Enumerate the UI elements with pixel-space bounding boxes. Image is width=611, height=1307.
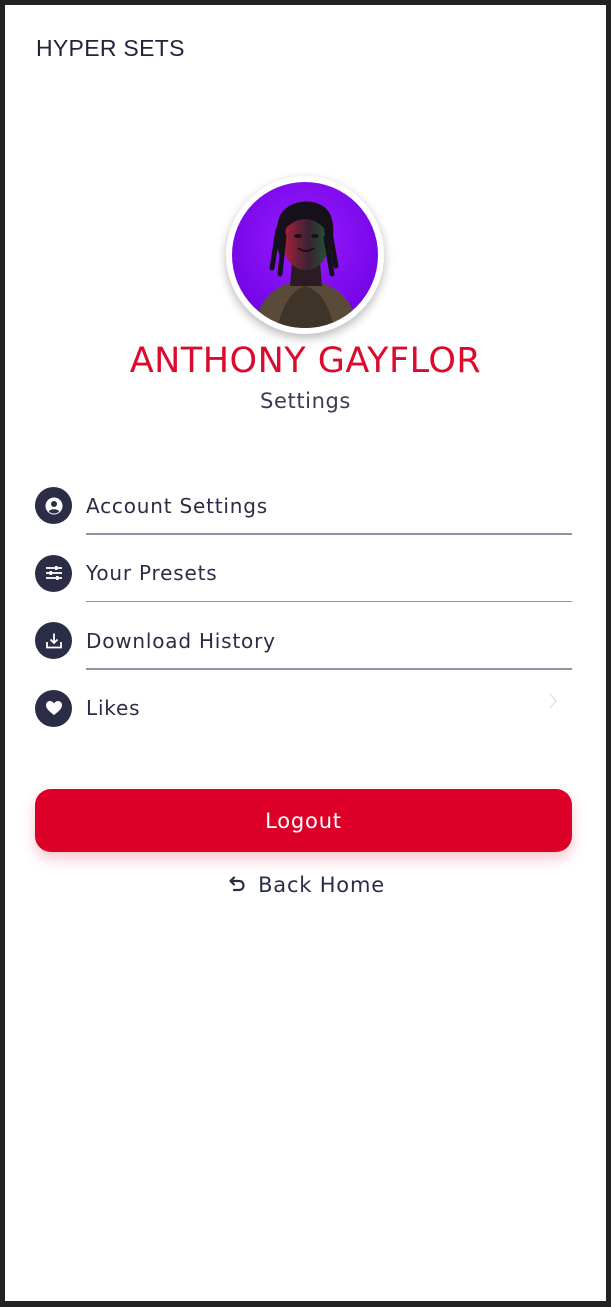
menu-item-download-history[interactable]: Download History	[35, 610, 572, 678]
user-name: ANTHONY GAYFLOR	[129, 341, 482, 381]
menu-divider	[86, 600, 572, 602]
app-title: HYPER SETS	[36, 35, 185, 61]
app-frame: HYPER SETS ANTHONY GAYFLOR Settings Acco…	[5, 5, 606, 1301]
menu-item-your-presets[interactable]: Your Presets	[35, 543, 572, 611]
logout-button[interactable]: Logout	[35, 789, 572, 852]
user-circle-icon	[35, 487, 72, 525]
heart-icon	[35, 689, 72, 727]
chevron-right-icon	[548, 692, 558, 714]
avatar-frame	[226, 176, 384, 334]
menu-divider	[86, 533, 572, 535]
menu-item-label: Your Presets	[86, 561, 218, 586]
undo-arrow-icon	[226, 873, 246, 897]
back-home-label: Back Home	[258, 873, 385, 897]
download-icon	[35, 622, 72, 660]
avatar[interactable]	[232, 182, 378, 328]
menu-item-label: Account Settings	[86, 493, 268, 518]
menu-divider	[86, 668, 572, 670]
avatar-photo	[232, 182, 378, 328]
menu-item-account-settings[interactable]: Account Settings	[35, 475, 572, 543]
sliders-icon	[35, 554, 72, 592]
menu-item-label: Likes	[86, 696, 141, 721]
menu-item-label: Download History	[86, 628, 276, 653]
settings-menu: Account Settings Your Presets Download H…	[35, 475, 572, 745]
page-subtitle: Settings	[260, 389, 351, 413]
back-home-link[interactable]: Back Home	[5, 873, 606, 897]
menu-item-likes[interactable]: Likes	[35, 678, 572, 746]
